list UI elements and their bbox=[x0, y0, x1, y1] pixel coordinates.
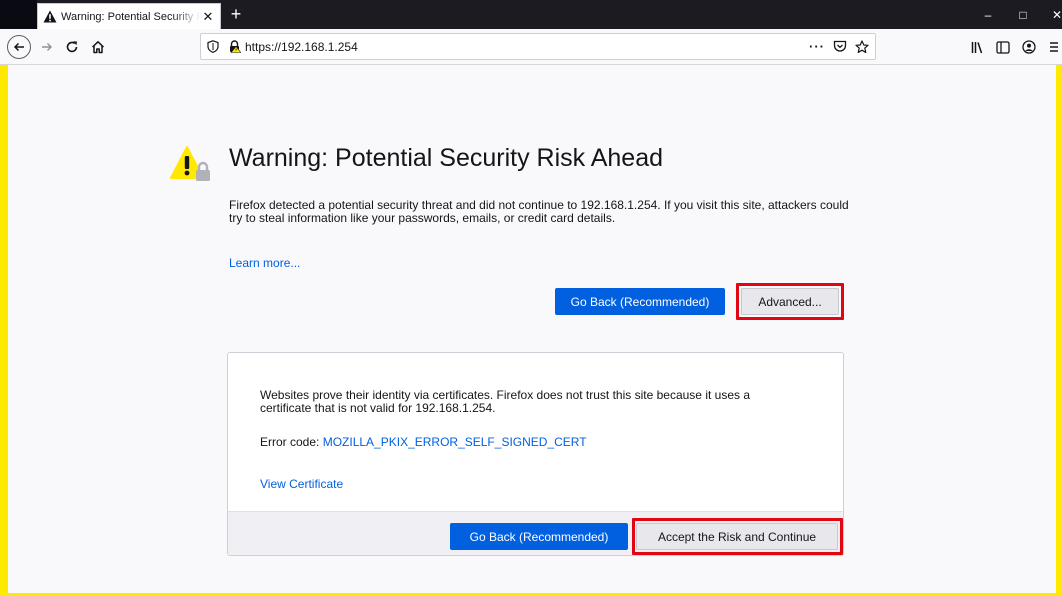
back-button[interactable] bbox=[4, 29, 34, 65]
sidebar-button[interactable] bbox=[992, 29, 1014, 65]
insecure-lock-icon[interactable] bbox=[228, 40, 241, 53]
navigation-toolbar: https://192.168.1.254 ··· bbox=[0, 29, 1062, 65]
url-bar[interactable]: https://192.168.1.254 ··· bbox=[200, 33, 876, 60]
pocket-icon[interactable] bbox=[833, 40, 847, 53]
learn-more-link[interactable]: Learn more... bbox=[229, 256, 300, 270]
star-icon[interactable] bbox=[855, 39, 869, 54]
forward-button[interactable] bbox=[36, 29, 58, 65]
sidebar-icon bbox=[996, 40, 1010, 54]
home-button[interactable] bbox=[86, 29, 110, 65]
error-page: Warning: Potential Security Risk Ahead F… bbox=[0, 65, 1062, 596]
account-button[interactable] bbox=[1018, 29, 1040, 65]
menu-icon bbox=[1050, 42, 1058, 52]
forward-arrow-icon bbox=[42, 43, 52, 51]
close-window-button[interactable]: ✕ bbox=[1042, 0, 1062, 29]
warning-triangle-icon bbox=[43, 10, 57, 23]
view-certificate-link[interactable]: View Certificate bbox=[260, 477, 343, 491]
tab-security-warning[interactable]: Warning: Potential Security Risk Ahead ✕ bbox=[37, 3, 221, 29]
page-title: Warning: Potential Security Risk Ahead bbox=[229, 144, 664, 172]
tab-title: Warning: Potential Security Risk Ahead bbox=[61, 10, 200, 23]
error-code-label: Error code: bbox=[260, 435, 320, 449]
library-icon bbox=[971, 41, 983, 53]
back-arrow-icon bbox=[7, 35, 31, 59]
page-actions-button[interactable]: ··· bbox=[809, 39, 825, 54]
new-tab-button[interactable]: + bbox=[226, 4, 246, 24]
go-back-button[interactable]: Go Back (Recommended) bbox=[555, 288, 725, 315]
menu-button[interactable] bbox=[1046, 29, 1062, 65]
reload-button[interactable] bbox=[60, 29, 84, 65]
warning-lock-icon bbox=[170, 146, 210, 181]
error-code-line: Error code: MOZILLA_PKIX_ERROR_SELF_SIGN… bbox=[260, 435, 587, 449]
maximize-button[interactable]: □ bbox=[1008, 0, 1038, 29]
certificate-explanation: Websites prove their identity via certif… bbox=[260, 388, 751, 415]
close-icon[interactable]: ✕ bbox=[200, 9, 216, 25]
reload-icon bbox=[66, 41, 78, 53]
tracking-shield-icon[interactable] bbox=[207, 40, 219, 53]
minimize-button[interactable]: ‒ bbox=[973, 0, 1003, 29]
url-text: https://192.168.1.254 bbox=[245, 39, 358, 54]
home-icon bbox=[91, 41, 105, 54]
advanced-button[interactable]: Advanced... bbox=[741, 288, 839, 315]
title-bar: Warning: Potential Security Risk Ahead ✕… bbox=[0, 0, 1062, 29]
error-code-link[interactable]: MOZILLA_PKIX_ERROR_SELF_SIGNED_CERT bbox=[323, 435, 587, 449]
go-back-button-secondary[interactable]: Go Back (Recommended) bbox=[450, 523, 628, 550]
accept-risk-button[interactable]: Accept the Risk and Continue bbox=[636, 523, 838, 550]
account-icon bbox=[1022, 40, 1036, 54]
title-bar-drag-area bbox=[0, 0, 37, 29]
library-button[interactable] bbox=[967, 29, 989, 65]
error-description: Firefox detected a potential security th… bbox=[229, 198, 849, 225]
